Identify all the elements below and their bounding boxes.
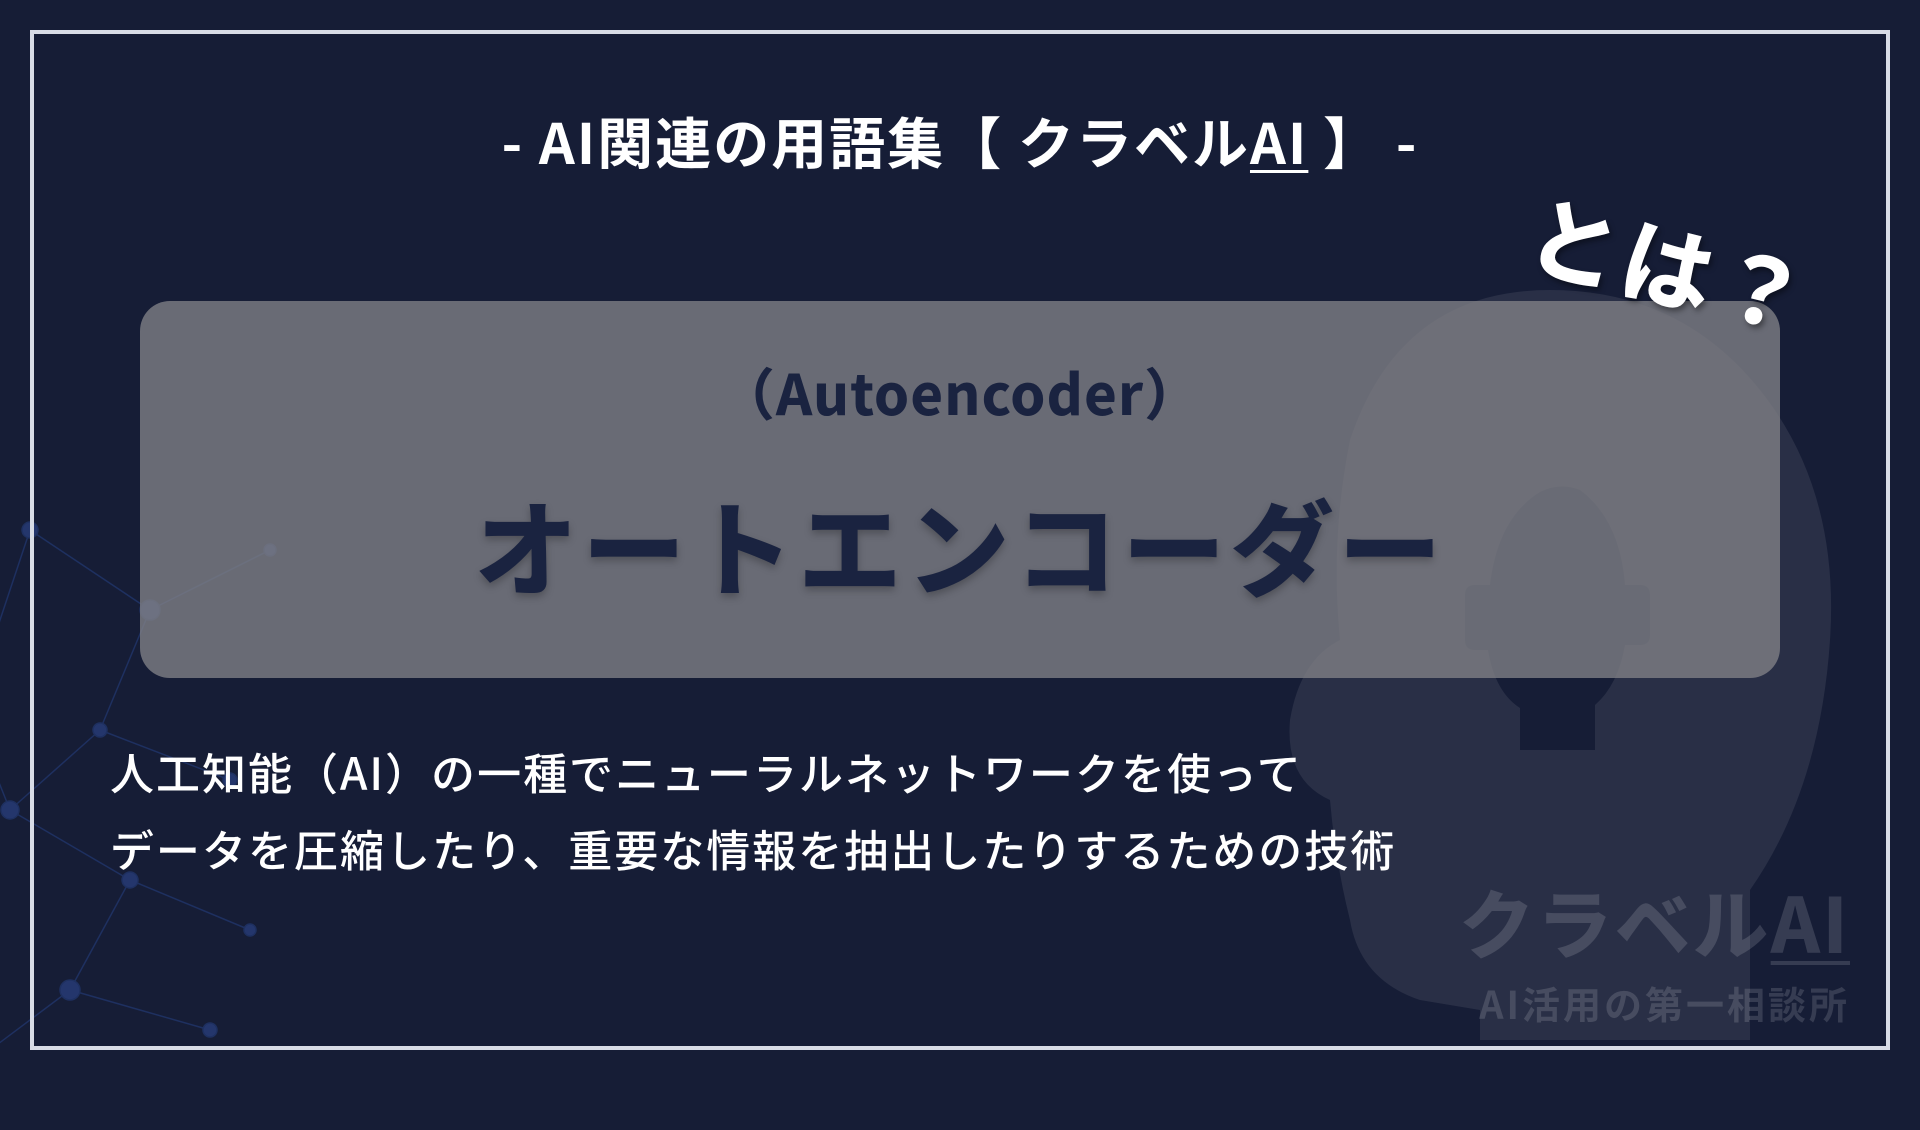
brand-watermark: クラベルAI AI活用の第一相談所 [1459, 865, 1850, 1030]
term-english-label: （Autoencoder） [200, 351, 1720, 432]
term-definition-box: とは？ （Autoencoder） オートエンコーダー [140, 301, 1780, 678]
brand-name: クラベルAI [1459, 865, 1850, 975]
header-ai-text: AI [1250, 100, 1308, 181]
term-description: 人工知能（AI）の一種でニューラルネットワークを使って データを圧縮したり、重要… [110, 733, 1830, 887]
description-line-1: 人工知能（AI）の一種でニューラルネットワークを使って [110, 733, 1830, 810]
what-is-badge: とは？ [1515, 163, 1827, 362]
header-suffix: 】 - [1308, 100, 1418, 181]
brand-tagline: AI活用の第一相談所 [1459, 975, 1850, 1030]
term-japanese-label: オートエンコーダー [200, 467, 1720, 618]
header-prefix: - AI関連の用語集【 クラベル [501, 100, 1250, 181]
